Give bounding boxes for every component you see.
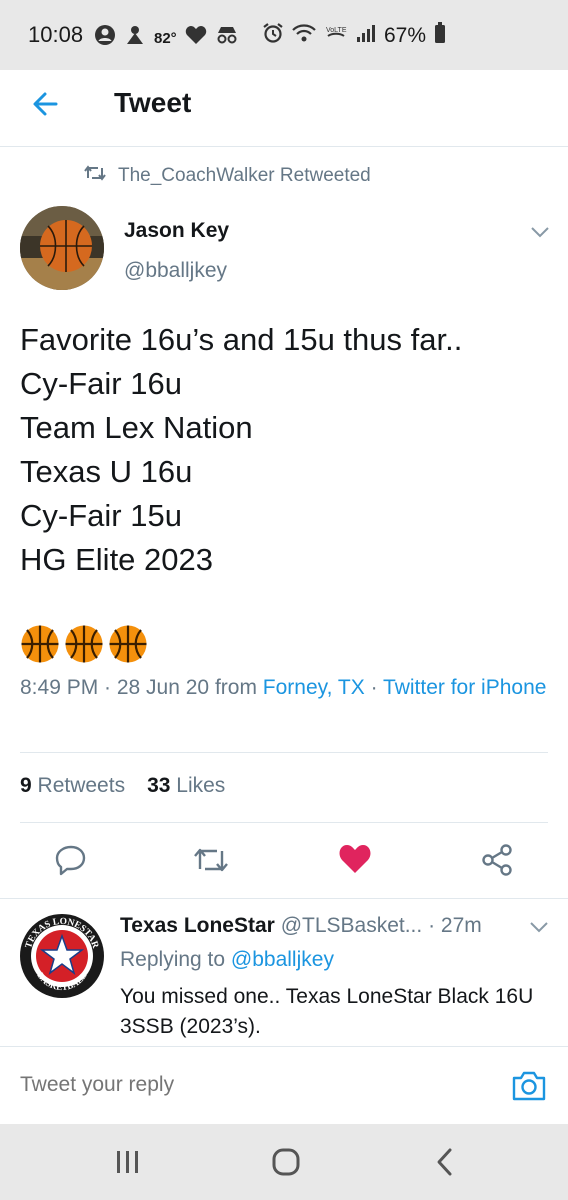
- author-name[interactable]: Jason Key: [124, 219, 229, 243]
- share-icon[interactable]: [480, 843, 514, 877]
- reply-icon[interactable]: [54, 843, 88, 877]
- page-title: Tweet: [114, 87, 192, 118]
- battery-icon: [434, 22, 446, 50]
- reply-input[interactable]: [20, 1073, 480, 1097]
- tweet-actions: [0, 843, 568, 879]
- status-bar: 10:08 82° VoLTE 67%: [0, 0, 568, 70]
- tweet-stats: 9 Retweets 33 Likes: [20, 774, 225, 798]
- incognito-icon: [215, 25, 239, 51]
- divider: [20, 752, 548, 753]
- likes-label: Likes: [176, 774, 226, 797]
- tweet-location-link[interactable]: Forney, TX: [263, 676, 365, 699]
- emoji-row: [20, 624, 148, 669]
- battery-percent: 67%: [384, 24, 427, 47]
- camera-icon[interactable]: [510, 1067, 548, 1105]
- replying-to: Replying to @bballjkey: [120, 948, 334, 972]
- signal-icon: [356, 23, 376, 49]
- notification-app-icon: [124, 24, 146, 52]
- chevron-down-icon[interactable]: [528, 220, 552, 244]
- account-circle-icon: [94, 24, 116, 52]
- back-icon[interactable]: [428, 1146, 464, 1178]
- volte-icon: VoLTE: [324, 23, 348, 49]
- like-heart-icon[interactable]: [338, 843, 372, 877]
- system-nav-bar: [0, 1124, 568, 1200]
- retweet-context[interactable]: The_CoachWalker Retweeted: [84, 164, 371, 188]
- chevron-down-icon[interactable]: [528, 916, 550, 938]
- reply-text: You missed one.. Texas LoneStar Black 16…: [120, 985, 534, 1038]
- retweets-label: Retweets: [37, 774, 126, 797]
- alarm-icon: [262, 22, 284, 50]
- basketball-emoji-icon: [108, 624, 148, 669]
- reply-author-avatar[interactable]: TEXAS LONESTAR BASKETBALL: [18, 912, 106, 1000]
- app-header: Tweet: [0, 70, 568, 147]
- reply-time: · 27m: [428, 914, 482, 937]
- likes-stat[interactable]: 33 Likes: [147, 774, 225, 798]
- reply-header: Texas LoneStar @TLSBasket... · 27m: [120, 914, 482, 938]
- replying-to-label: Replying to: [120, 948, 231, 971]
- tweet-source-link[interactable]: Twitter for iPhone: [383, 676, 546, 699]
- heart-icon: [185, 25, 207, 51]
- divider: [20, 822, 548, 823]
- retweets-count: 9: [20, 774, 32, 797]
- home-icon[interactable]: [268, 1146, 304, 1178]
- likes-count: 33: [147, 774, 171, 797]
- retweet-icon[interactable]: [192, 843, 228, 877]
- retweet-icon: [84, 164, 106, 188]
- reply-composer: [0, 1046, 568, 1125]
- basketball-emoji-icon: [20, 624, 60, 669]
- reply-author-name[interactable]: Texas LoneStar: [120, 914, 275, 937]
- retweets-stat[interactable]: 9 Retweets: [20, 774, 125, 798]
- replying-to-handle[interactable]: @bballjkey: [231, 948, 334, 971]
- wifi-icon: [292, 23, 316, 49]
- tweet-text: Favorite 16u’s and 15u thus far.. Cy-Fai…: [20, 322, 463, 577]
- basketball-emoji-icon: [64, 624, 104, 669]
- divider: [0, 898, 568, 899]
- recent-apps-icon[interactable]: [110, 1146, 146, 1178]
- arrow-left-icon[interactable]: [30, 88, 62, 120]
- status-time: 10:08: [28, 22, 84, 47]
- author-handle[interactable]: @bballjkey: [124, 259, 227, 283]
- tweet-meta: 8:49 PM · 28 Jun 20 from Forney, TX · Tw…: [20, 672, 550, 703]
- reply-author-handle[interactable]: @TLSBasket...: [281, 914, 423, 937]
- tweet-timestamp: 8:49 PM · 28 Jun 20 from: [20, 676, 263, 699]
- author-avatar[interactable]: [20, 206, 104, 290]
- meta-separator: ·: [364, 676, 384, 699]
- weather-temperature: 82°: [154, 29, 177, 47]
- retweet-context-text: The_CoachWalker Retweeted: [118, 165, 371, 186]
